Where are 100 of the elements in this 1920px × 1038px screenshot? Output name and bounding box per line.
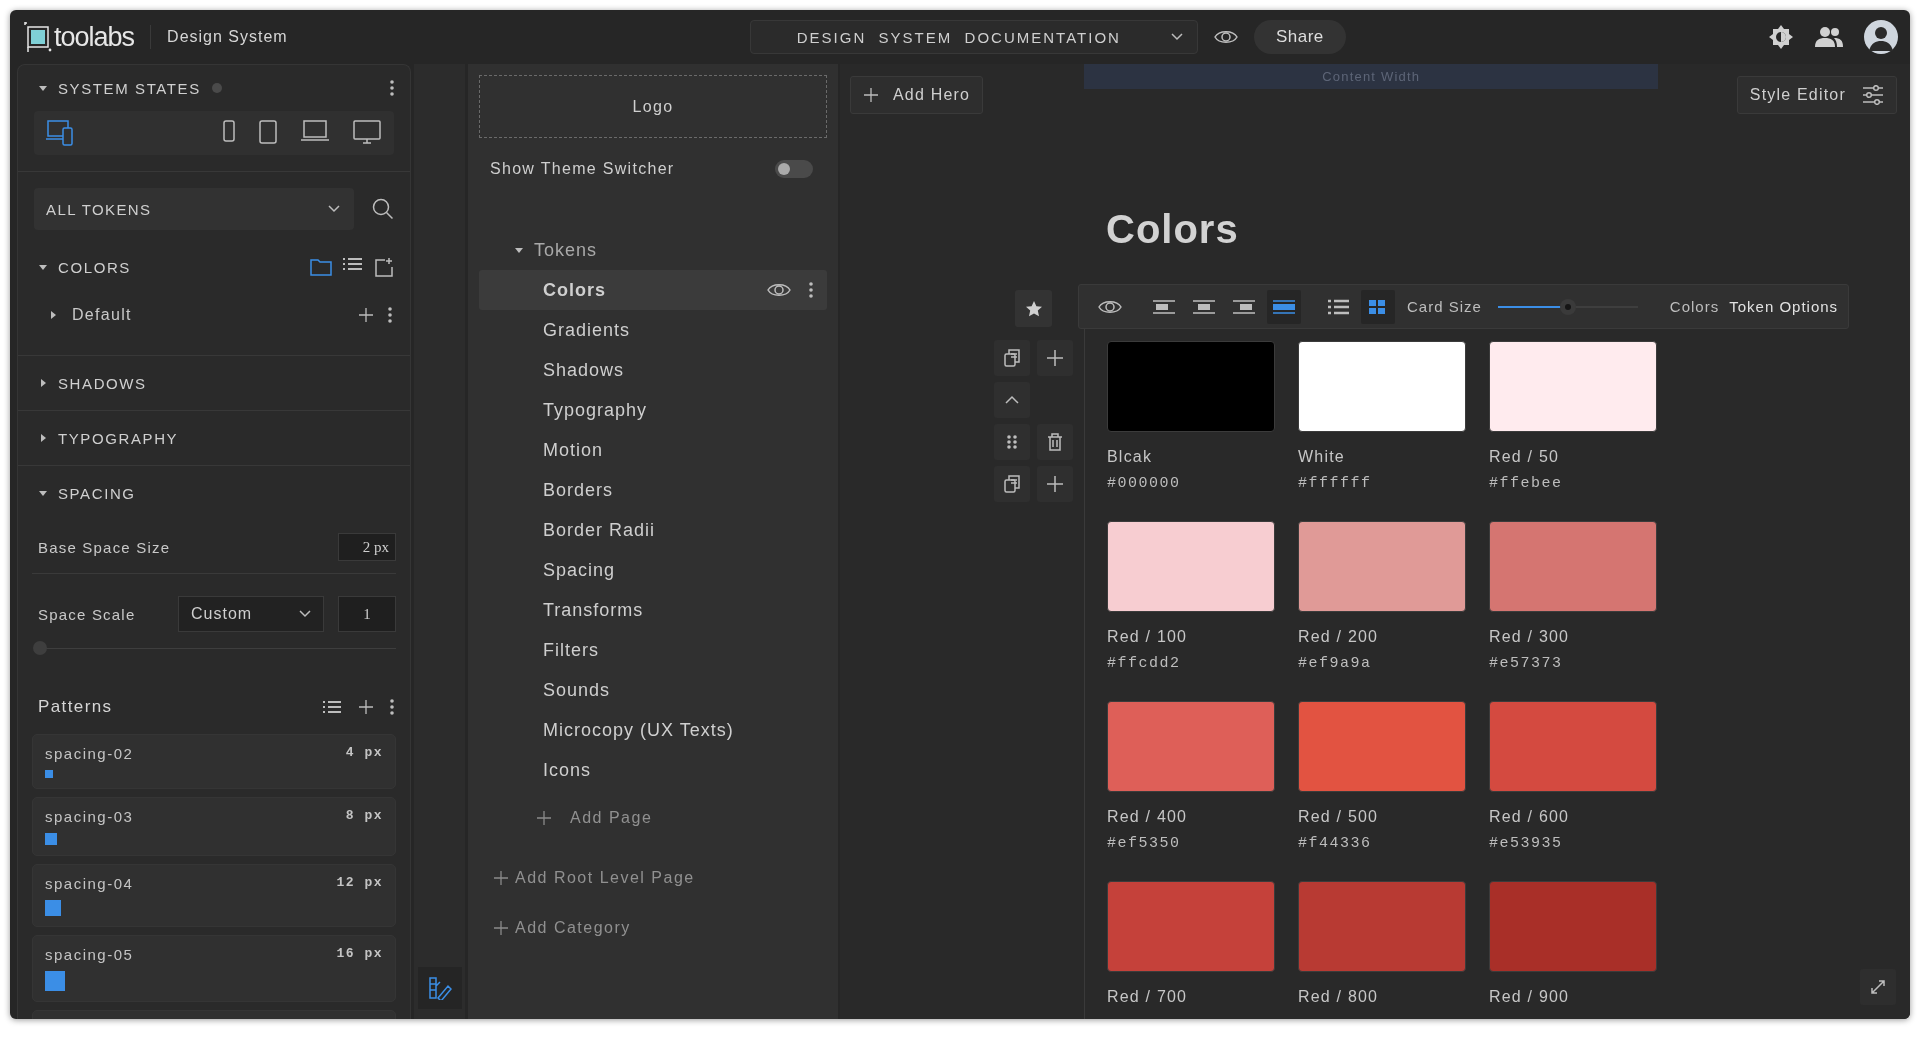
color-swatch[interactable]: [1107, 701, 1275, 792]
copy-button[interactable]: [994, 466, 1030, 502]
plus-button[interactable]: [1037, 466, 1073, 502]
more-icon[interactable]: [809, 282, 813, 298]
page-item[interactable]: Typography: [479, 390, 827, 430]
color-swatch[interactable]: [1298, 701, 1466, 792]
search-icon[interactable]: [372, 198, 394, 220]
trash-button[interactable]: [1037, 424, 1073, 460]
folder-icon[interactable]: [310, 257, 332, 277]
page-item[interactable]: Filters: [479, 630, 827, 670]
plus-icon[interactable]: [358, 307, 374, 323]
theme-toggle[interactable]: [775, 160, 813, 178]
plus-icon: [1046, 475, 1064, 493]
add-hero-button[interactable]: Add Hero: [850, 76, 984, 114]
token-filter-dropdown[interactable]: ALL TOKENS: [34, 188, 354, 230]
caret-icon[interactable]: [38, 262, 48, 272]
list-icon[interactable]: [322, 700, 342, 714]
page-item[interactable]: Border Radii: [479, 510, 827, 550]
add-page-link[interactable]: Add Page: [570, 809, 653, 827]
caret-icon[interactable]: [38, 83, 48, 93]
fullscreen-button[interactable]: [1860, 969, 1896, 1005]
copy-icon: [1003, 349, 1021, 367]
people-icon[interactable]: [1814, 26, 1844, 48]
group-label: Colors: [1669, 298, 1720, 315]
plus-button[interactable]: [1037, 340, 1073, 376]
chevron-up-button[interactable]: [994, 382, 1030, 418]
color-swatch[interactable]: [1107, 341, 1275, 432]
token-options-link[interactable]: Token Options: [1729, 298, 1839, 315]
align-left-icon[interactable]: [1152, 298, 1176, 315]
slider-thumb[interactable]: [1559, 298, 1576, 315]
tablet-device-icon[interactable]: [258, 119, 278, 147]
eye-icon[interactable]: [767, 282, 791, 298]
page-item[interactable]: Spacing: [479, 550, 827, 590]
pattern-card[interactable]: spacing-04 12 px: [32, 864, 396, 927]
logo-placeholder[interactable]: Logo: [479, 75, 827, 138]
page-item[interactable]: Gradients: [479, 310, 827, 350]
copy-button[interactable]: [994, 340, 1030, 376]
share-button[interactable]: Share: [1253, 20, 1346, 54]
color-swatch[interactable]: [1107, 881, 1275, 972]
page-item[interactable]: Transforms: [479, 590, 827, 630]
sliders-icon: [1862, 85, 1884, 105]
color-swatch[interactable]: [1489, 701, 1657, 792]
scale-input[interactable]: 1: [338, 596, 396, 632]
pattern-card[interactable]: spacing-05 16 px: [32, 935, 396, 1002]
chevron-down-icon: [299, 610, 311, 618]
page-item[interactable]: Shadows: [479, 350, 827, 390]
drag-handle-button[interactable]: [994, 424, 1030, 460]
more-icon[interactable]: [388, 307, 392, 323]
add-category-link[interactable]: Add Category: [515, 919, 631, 937]
page-item[interactable]: Microcopy (UX Texts): [479, 710, 827, 750]
pattern-card[interactable]: spacing-02 4 px: [32, 734, 396, 789]
page-item[interactable]: Borders: [479, 470, 827, 510]
page-item[interactable]: Icons: [479, 750, 827, 790]
caret-icon[interactable]: [38, 378, 48, 388]
palette-pencil-icon: [427, 976, 452, 1000]
responsive-device-icon[interactable]: [46, 119, 74, 147]
more-icon[interactable]: [390, 699, 394, 715]
status-dot-icon: [210, 82, 223, 94]
add-root-page-link[interactable]: Add Root Level Page: [515, 869, 695, 887]
page-item[interactable]: Sounds: [479, 670, 827, 710]
plus-icon[interactable]: [493, 870, 509, 886]
plus-icon[interactable]: [493, 920, 509, 936]
color-swatch[interactable]: [1489, 521, 1657, 612]
align-right-icon[interactable]: [1232, 298, 1256, 315]
caret-icon[interactable]: [38, 488, 48, 498]
caret-icon[interactable]: [514, 245, 524, 255]
eye-icon[interactable]: [1098, 298, 1122, 315]
favorite-button[interactable]: [1015, 290, 1052, 327]
pattern-name: spacing-03: [45, 808, 134, 825]
page-item[interactable]: Motion: [479, 430, 827, 470]
desktop-device-icon[interactable]: [352, 119, 382, 147]
list-view-icon[interactable]: [1327, 298, 1349, 315]
add-page-icon[interactable]: [374, 257, 394, 277]
copy-icon: [1003, 475, 1021, 493]
align-center-icon[interactable]: [1192, 298, 1216, 315]
grid-view-button[interactable]: [1361, 289, 1395, 324]
page-item[interactable]: Colors: [479, 270, 827, 310]
color-swatch[interactable]: [1298, 881, 1466, 972]
plus-icon[interactable]: [536, 810, 552, 826]
eye-icon[interactable]: [1213, 29, 1238, 45]
caret-icon[interactable]: [38, 433, 48, 443]
document-dropdown[interactable]: DESIGN SYSTEM DOCUMENTATION: [749, 20, 1198, 54]
caret-icon[interactable]: [48, 310, 58, 320]
color-swatch[interactable]: [1489, 881, 1657, 972]
color-swatch[interactable]: [1489, 341, 1657, 432]
pattern-card[interactable]: spacing-03 8 px: [32, 797, 396, 856]
align-full-icon[interactable]: [1272, 298, 1296, 315]
style-guide-button[interactable]: [417, 967, 462, 1009]
color-swatch[interactable]: [1298, 341, 1466, 432]
style-editor-button[interactable]: Style Editor: [1736, 76, 1897, 114]
plus-icon[interactable]: [358, 699, 374, 715]
more-icon[interactable]: [390, 80, 394, 96]
plus-icon[interactable]: [863, 87, 879, 103]
base-size-input[interactable]: 2 px: [338, 533, 396, 561]
color-swatch[interactable]: [1107, 521, 1275, 612]
avatar-icon[interactable]: [1864, 20, 1898, 54]
align-full-button[interactable]: [1267, 289, 1301, 324]
color-swatch[interactable]: [1298, 521, 1466, 612]
brightness-icon[interactable]: [1768, 24, 1794, 50]
scale-dropdown[interactable]: Custom: [178, 596, 324, 632]
